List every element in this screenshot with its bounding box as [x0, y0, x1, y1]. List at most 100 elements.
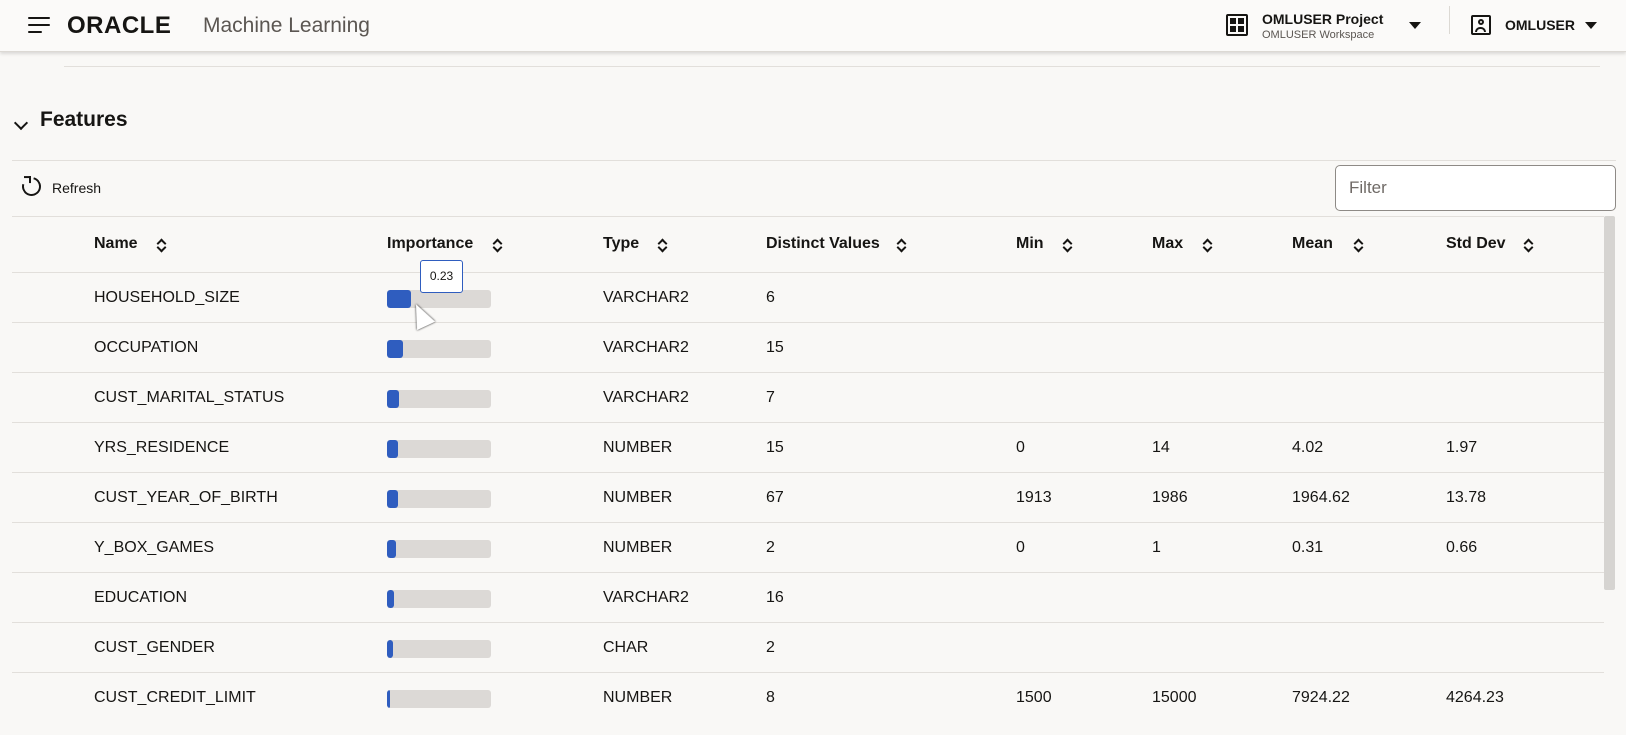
divider — [64, 66, 1600, 67]
col-header-importance[interactable]: Importance — [387, 235, 473, 253]
project-title[interactable]: OMLUSER Project — [1262, 11, 1383, 27]
table-row[interactable]: HOUSEHOLD_SIZE VARCHAR2 6 — [12, 272, 1604, 322]
table-row[interactable]: OCCUPATION VARCHAR2 15 — [12, 322, 1604, 372]
user-icon — [1471, 15, 1491, 35]
importance-bar-fill — [387, 690, 390, 708]
project-dropdown-icon[interactable] — [1409, 22, 1421, 29]
cell-distinct: 7 — [766, 389, 775, 406]
importance-bar-fill — [387, 290, 411, 308]
col-header-std-dev[interactable]: Std Dev — [1446, 235, 1506, 253]
cell-type: NUMBER — [603, 489, 673, 506]
cell-name: HOUSEHOLD_SIZE — [94, 289, 240, 306]
cell-type: NUMBER — [603, 439, 673, 456]
cell-min: 0 — [1016, 439, 1025, 456]
project-workspace: OMLUSER Workspace — [1262, 29, 1375, 41]
menu-icon[interactable] — [28, 17, 52, 35]
col-header-name[interactable]: Name — [94, 235, 138, 253]
cell-name: CUST_GENDER — [94, 639, 215, 656]
refresh-icon — [18, 173, 45, 200]
cell-name: OCCUPATION — [94, 339, 199, 356]
importance-bar[interactable] — [387, 490, 491, 508]
cell-min: 1500 — [1016, 689, 1052, 706]
col-header-min[interactable]: Min — [1016, 235, 1044, 253]
user-dropdown-icon[interactable] — [1585, 22, 1597, 29]
importance-bar-fill — [387, 540, 396, 558]
sort-icon[interactable] — [896, 237, 908, 255]
importance-bar-fill — [387, 340, 403, 358]
cell-name: CUST_CREDIT_LIMIT — [94, 689, 256, 706]
cell-distinct: 15 — [766, 339, 784, 356]
importance-tooltip: 0.23 — [420, 260, 463, 293]
cell-std-dev: 1.97 — [1446, 439, 1478, 456]
section-title[interactable]: Features — [40, 108, 128, 132]
cell-type: VARCHAR2 — [603, 339, 689, 356]
table-row[interactable]: CUST_MARITAL_STATUS VARCHAR2 7 — [12, 372, 1604, 422]
vertical-scrollbar[interactable] — [1604, 216, 1615, 590]
cell-distinct: 2 — [766, 539, 775, 556]
divider — [12, 160, 1616, 161]
cell-mean: 0.31 — [1292, 539, 1324, 556]
importance-bar-fill — [387, 590, 394, 608]
cell-distinct: 67 — [766, 489, 784, 506]
col-header-distinct-values[interactable]: Distinct Values — [766, 235, 880, 253]
cell-min: 0 — [1016, 539, 1025, 556]
cell-mean: 1964.62 — [1292, 489, 1350, 506]
cell-type: NUMBER — [603, 539, 673, 556]
cell-type: VARCHAR2 — [603, 589, 689, 606]
importance-bar[interactable] — [387, 590, 491, 608]
importance-bar[interactable] — [387, 540, 491, 558]
cell-distinct: 2 — [766, 639, 775, 656]
sort-icon[interactable] — [1202, 237, 1214, 255]
sort-icon[interactable] — [657, 237, 669, 255]
user-name[interactable]: OMLUSER — [1505, 17, 1575, 33]
app-name: Machine Learning — [203, 14, 370, 37]
cell-name: CUST_YEAR_OF_BIRTH — [94, 489, 278, 506]
cell-std-dev: 4264.23 — [1446, 689, 1504, 706]
cell-mean: 7924.22 — [1292, 689, 1350, 706]
cell-type: CHAR — [603, 639, 649, 656]
cell-name: YRS_RESIDENCE — [94, 439, 230, 456]
header-divider — [1449, 6, 1450, 34]
cell-name: EDUCATION — [94, 589, 188, 606]
col-header-max[interactable]: Max — [1152, 235, 1183, 253]
filter-input[interactable] — [1335, 165, 1616, 211]
cell-name: Y_BOX_GAMES — [94, 539, 215, 556]
cell-type: NUMBER — [603, 689, 673, 706]
importance-bar[interactable] — [387, 440, 491, 458]
sort-icon[interactable] — [156, 237, 168, 255]
cell-type: VARCHAR2 — [603, 389, 689, 406]
table-row[interactable]: CUST_GENDER CHAR 2 — [12, 622, 1604, 672]
table-row[interactable]: Y_BOX_GAMES NUMBER 2 0 1 0.31 0.66 — [12, 522, 1604, 572]
cell-std-dev: 0.66 — [1446, 539, 1478, 556]
importance-bar[interactable] — [387, 640, 491, 658]
app-header: ORACLE Machine Learning OMLUSER Project … — [0, 0, 1626, 52]
sort-icon[interactable] — [1523, 237, 1535, 255]
cell-name: CUST_MARITAL_STATUS — [94, 389, 285, 406]
cell-max: 14 — [1152, 439, 1170, 456]
refresh-label: Refresh — [52, 180, 102, 196]
importance-bar[interactable] — [387, 690, 491, 708]
importance-bar[interactable] — [387, 340, 491, 358]
cell-min: 1913 — [1016, 489, 1052, 506]
col-header-type[interactable]: Type — [603, 235, 639, 253]
importance-bar[interactable] — [387, 390, 491, 408]
sort-icon[interactable] — [492, 237, 504, 255]
table-row[interactable]: EDUCATION VARCHAR2 16 — [12, 572, 1604, 622]
importance-bar-fill — [387, 490, 398, 508]
importance-bar-fill — [387, 640, 393, 658]
cell-max: 1986 — [1152, 489, 1188, 506]
table-row[interactable]: CUST_CREDIT_LIMIT NUMBER 8 1500 15000 79… — [12, 672, 1604, 722]
sort-icon[interactable] — [1062, 237, 1074, 255]
sort-icon[interactable] — [1353, 237, 1365, 255]
table-row[interactable]: YRS_RESIDENCE NUMBER 15 0 14 4.02 1.97 — [12, 422, 1604, 472]
table-row[interactable]: CUST_YEAR_OF_BIRTH NUMBER 67 1913 1986 1… — [12, 472, 1604, 522]
oracle-logo: ORACLE — [67, 12, 172, 39]
cell-std-dev: 13.78 — [1446, 489, 1487, 506]
cell-distinct: 8 — [766, 689, 775, 706]
cell-distinct: 6 — [766, 289, 775, 306]
collapse-chevron-icon[interactable] — [13, 115, 29, 131]
col-header-mean[interactable]: Mean — [1292, 235, 1333, 253]
divider — [12, 216, 1604, 217]
cell-distinct: 16 — [766, 589, 784, 606]
cell-max: 1 — [1152, 539, 1161, 556]
